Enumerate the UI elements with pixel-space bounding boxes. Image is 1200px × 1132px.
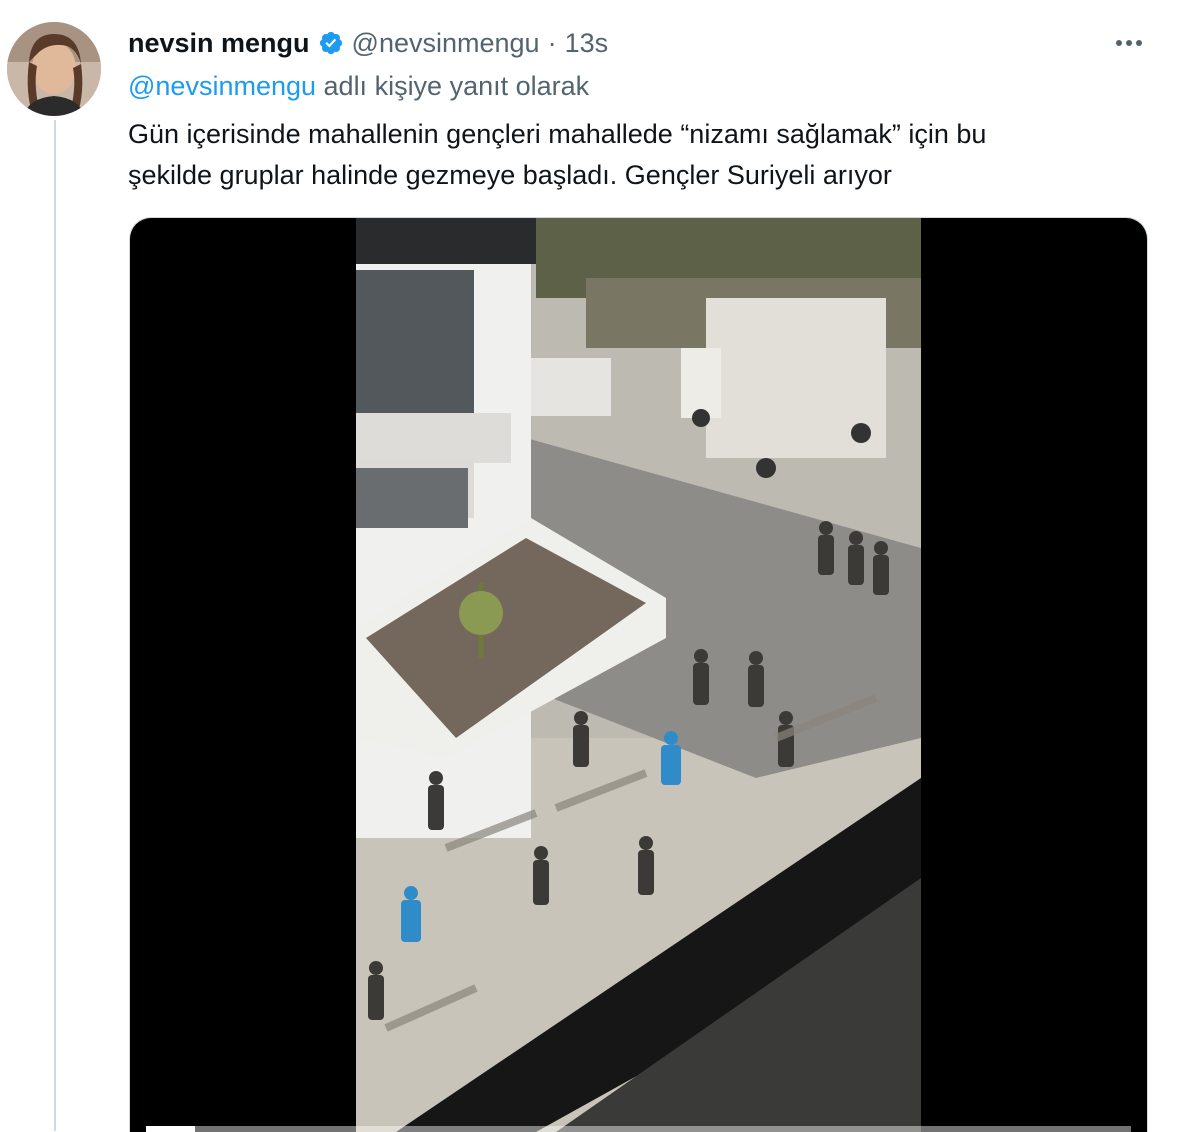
replying-to: @nevsinmengu adlı kişiye yanıt olarak: [128, 71, 589, 102]
more-options-button[interactable]: [1112, 28, 1146, 58]
reply-mention-link[interactable]: @nevsinmengu: [128, 71, 316, 101]
video-still-image: [356, 218, 921, 1132]
more-horizontal-icon-dot: [1126, 40, 1132, 46]
thread-connector-line: [54, 120, 56, 1131]
avatar[interactable]: [7, 22, 101, 116]
video-progress-bar[interactable]: [146, 1126, 1131, 1132]
author-name[interactable]: nevsin mengu: [128, 28, 310, 59]
tweet-timestamp[interactable]: 13s: [565, 28, 609, 59]
video-frame[interactable]: [356, 218, 921, 1132]
tweet-text: Gün içerisinde mahallenin gençleri mahal…: [128, 114, 1138, 196]
author-handle[interactable]: @nevsinmengu: [352, 28, 540, 59]
tweet-text-line: Gün içerisinde mahallenin gençleri mahal…: [128, 119, 987, 149]
reply-suffix: adlı kişiye yanıt olarak: [323, 71, 590, 101]
video-player[interactable]: [129, 217, 1148, 1132]
more-horizontal-icon: [1116, 40, 1122, 46]
avatar-image: [7, 22, 101, 116]
tweet-text-line: şekilde gruplar halinde gezmeye başladı.…: [128, 160, 892, 190]
tweet-header: nevsin mengu @nevsinmengu · 13s: [128, 26, 608, 60]
video-progress-fill: [146, 1126, 196, 1132]
verified-badge-icon: [319, 31, 342, 55]
separator-dot: ·: [547, 27, 557, 58]
more-horizontal-icon-dot: [1136, 40, 1142, 46]
